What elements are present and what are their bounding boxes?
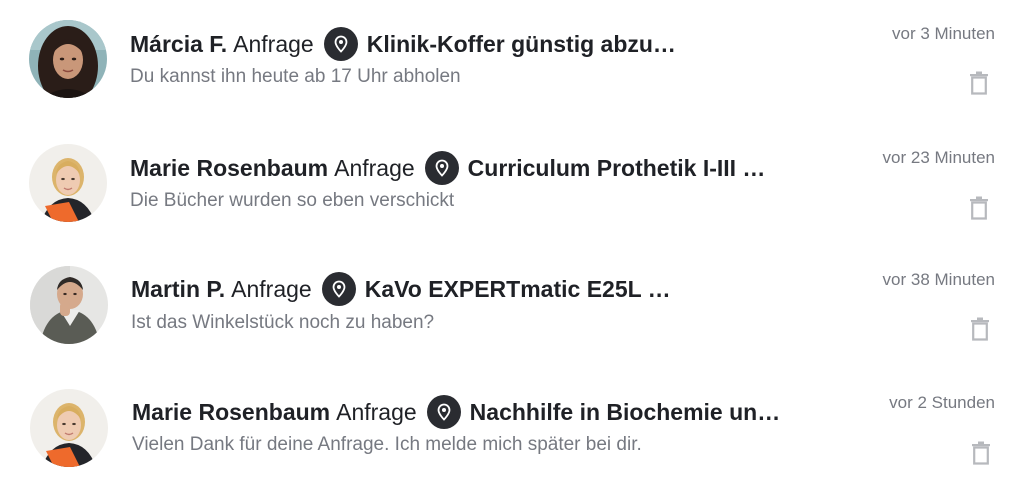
conversation-list: Márcia F. Anfrage Klinik-Koffer günstig … bbox=[0, 0, 1024, 491]
message-preview: Vielen Dank für deine Anfrage. Ich melde… bbox=[132, 434, 642, 455]
request-type: Anfrage bbox=[231, 275, 312, 302]
message-preview: Du kannst ihn heute ab 17 Uhr abholen bbox=[130, 66, 461, 87]
listing-title[interactable]: Curriculum Prothetik I-III … bbox=[468, 155, 766, 182]
avatar-photo bbox=[29, 144, 107, 222]
avatar[interactable] bbox=[29, 20, 107, 98]
avatar-photo bbox=[29, 20, 107, 98]
conversation-item[interactable]: Martin P. Anfrage KaVo EXPERTmatic E25L … bbox=[0, 246, 1024, 366]
timestamp: vor 2 Stunden bbox=[889, 393, 995, 412]
avatar-photo bbox=[30, 266, 108, 344]
sender-name: Marie Rosenbaum bbox=[132, 398, 331, 425]
sender-name: Márcia F. bbox=[130, 30, 228, 57]
listing-title[interactable]: Nachhilfe in Biochemie un… bbox=[470, 399, 781, 426]
location-pin-icon bbox=[426, 395, 461, 429]
trash-icon bbox=[970, 196, 988, 220]
timestamp: vor 23 Minuten bbox=[882, 148, 995, 167]
timestamp: vor 38 Minuten bbox=[882, 270, 995, 289]
delete-button[interactable] bbox=[971, 441, 991, 465]
message-preview: Die Bücher wurden so eben verschickt bbox=[130, 190, 455, 211]
trash-icon bbox=[972, 441, 990, 465]
request-type: Anfrage bbox=[233, 30, 314, 57]
message-preview: Ist das Winkelstück noch zu haben? bbox=[131, 312, 435, 333]
trash-icon bbox=[971, 317, 989, 341]
conversation-item[interactable]: Márcia F. Anfrage Klinik-Koffer günstig … bbox=[0, 0, 1024, 120]
avatar-photo bbox=[30, 389, 108, 467]
sender-name: Marie Rosenbaum bbox=[130, 154, 329, 181]
listing-title[interactable]: KaVo EXPERTmatic E25L … bbox=[365, 276, 671, 303]
request-type: Anfrage bbox=[334, 154, 415, 181]
delete-button[interactable] bbox=[970, 317, 990, 341]
sender-name: Martin P. bbox=[131, 275, 226, 302]
listing-title[interactable]: Klinik-Koffer günstig abzu… bbox=[367, 31, 676, 58]
trash-icon bbox=[970, 71, 988, 95]
avatar[interactable] bbox=[29, 144, 107, 222]
delete-button[interactable] bbox=[969, 71, 989, 95]
delete-button[interactable] bbox=[969, 196, 989, 220]
location-pin-icon bbox=[321, 272, 356, 306]
location-pin-icon bbox=[424, 151, 459, 185]
conversation-item[interactable]: Marie Rosenbaum Anfrage Nachhilfe in Bio… bbox=[0, 369, 1024, 489]
request-type: Anfrage bbox=[336, 398, 417, 425]
location-pin-icon bbox=[323, 27, 358, 61]
avatar[interactable] bbox=[30, 389, 108, 467]
timestamp: vor 3 Minuten bbox=[892, 24, 995, 43]
conversation-item[interactable]: Marie Rosenbaum Anfrage Curriculum Proth… bbox=[0, 124, 1024, 244]
avatar[interactable] bbox=[30, 266, 108, 344]
